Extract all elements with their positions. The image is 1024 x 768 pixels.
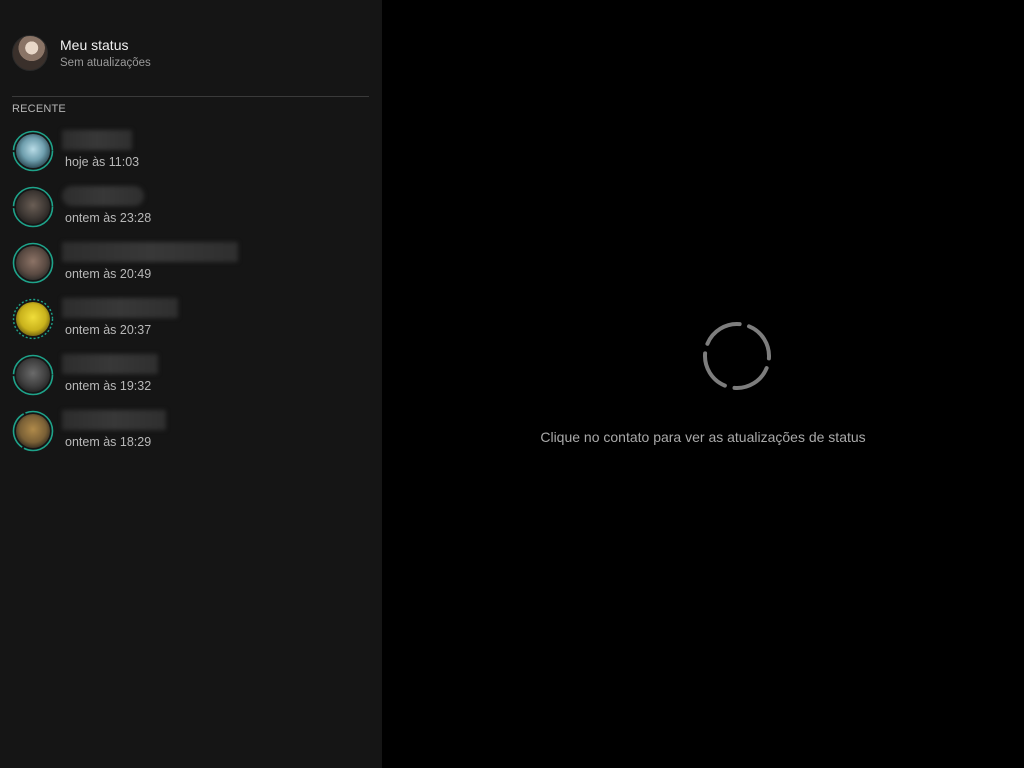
loading-spinner-icon — [701, 320, 773, 392]
contact-avatar — [12, 186, 54, 228]
contact-name-redacted — [62, 410, 166, 430]
contact-timestamp: ontem às 20:49 — [65, 267, 152, 281]
contact-item[interactable]: ontem às 18:29 — [12, 408, 372, 464]
contact-name-redacted — [62, 354, 158, 374]
contact-avatar — [12, 298, 54, 340]
my-status-subtitle: Sem atualizações — [60, 56, 151, 69]
contact-timestamp: ontem às 20:37 — [65, 323, 152, 337]
contact-item[interactable]: ontem às 20:37 — [12, 296, 372, 352]
contact-avatar — [12, 354, 54, 396]
recent-contact-list: hoje às 11:03 ontem às 23:28 ontem às 20… — [12, 128, 372, 464]
status-viewer-pane: Clique no contato para ver as atualizaçõ… — [382, 0, 1024, 768]
contact-avatar — [12, 130, 54, 172]
contact-name-redacted — [62, 186, 144, 206]
contact-item[interactable]: ontem às 19:32 — [12, 352, 372, 408]
my-avatar — [12, 35, 48, 71]
divider — [12, 96, 369, 97]
my-status-title: Meu status — [60, 36, 129, 53]
contact-name-redacted — [62, 242, 238, 262]
contact-avatar — [12, 410, 54, 452]
empty-state-message: Clique no contato para ver as atualizaçõ… — [540, 429, 866, 445]
app-window: Meu status Sem atualizações RECENTE hoje… — [0, 0, 1024, 768]
status-sidebar: Meu status Sem atualizações RECENTE hoje… — [0, 0, 382, 768]
contact-avatar — [12, 242, 54, 284]
contact-timestamp: hoje às 11:03 — [65, 155, 140, 169]
contact-name-redacted — [62, 298, 178, 318]
contact-item[interactable]: hoje às 11:03 — [12, 128, 372, 184]
contact-name-redacted — [62, 130, 132, 150]
contact-item[interactable]: ontem às 20:49 — [12, 240, 372, 296]
contact-timestamp: ontem às 23:28 — [65, 211, 152, 225]
section-label-recent: RECENTE — [12, 103, 66, 115]
contact-timestamp: ontem às 19:32 — [65, 379, 152, 393]
my-status-row[interactable]: Meu status Sem atualizações — [12, 35, 151, 71]
contact-timestamp: ontem às 18:29 — [65, 435, 152, 449]
contact-item[interactable]: ontem às 23:28 — [12, 184, 372, 240]
